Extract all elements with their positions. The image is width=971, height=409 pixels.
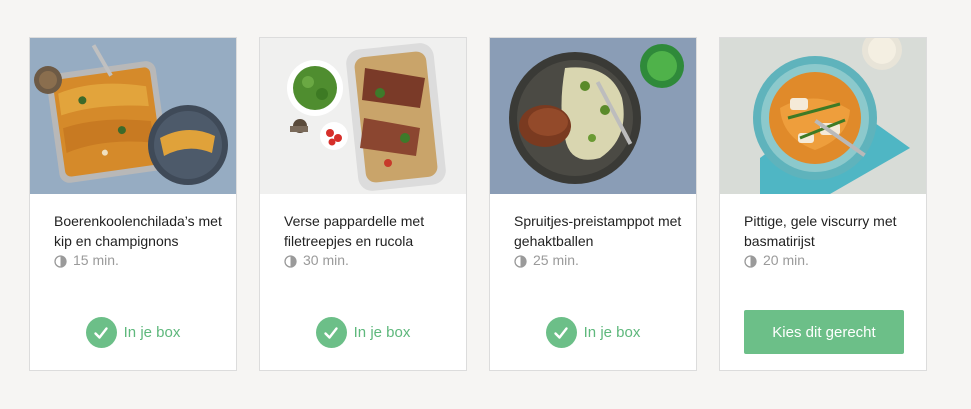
choose-recipe-button[interactable]: Kies dit gerecht xyxy=(744,310,904,354)
in-box-label: In je box xyxy=(353,324,411,341)
recipe-photo xyxy=(490,38,696,194)
recipe-card[interactable]: Pittige, gele viscurry met basmatirijst … xyxy=(719,37,927,371)
clock-icon xyxy=(744,254,757,268)
recipe-card[interactable]: Verse pappardelle met filetreepjes en ru… xyxy=(259,37,467,371)
in-box-status[interactable]: In je box xyxy=(490,317,696,348)
clock-icon xyxy=(284,254,297,268)
check-icon xyxy=(85,317,117,348)
recipe-photo xyxy=(30,38,236,194)
recipe-card[interactable]: Spruitjes-preistamppot met gehaktballen … xyxy=(489,37,697,371)
in-box-label: In je box xyxy=(583,324,641,341)
recipe-time: 15 min. xyxy=(73,252,119,268)
recipe-photo xyxy=(260,38,466,194)
recipe-title: Pittige, gele viscurry met basmatirijst xyxy=(744,213,897,249)
clock-icon xyxy=(54,254,67,268)
recipe-time: 25 min. xyxy=(533,252,579,268)
check-icon xyxy=(315,317,347,348)
recipe-photo xyxy=(720,38,926,194)
recipe-time: 30 min. xyxy=(303,252,349,268)
in-box-status[interactable]: In je box xyxy=(30,317,236,348)
recipe-time: 20 min. xyxy=(763,252,809,268)
recipe-title: Boerenkoolenchilada’s met kip en champig… xyxy=(54,213,222,249)
in-box-status[interactable]: In je box xyxy=(260,317,466,348)
in-box-label: In je box xyxy=(123,324,181,341)
recipe-title: Verse pappardelle met filetreepjes en ru… xyxy=(284,213,425,249)
check-icon xyxy=(545,317,577,348)
clock-icon xyxy=(514,254,527,268)
recipe-card[interactable]: Boerenkoolenchilada’s met kip en champig… xyxy=(29,37,237,371)
recipe-title: Spruitjes-preistamppot met gehaktballen xyxy=(514,213,682,249)
